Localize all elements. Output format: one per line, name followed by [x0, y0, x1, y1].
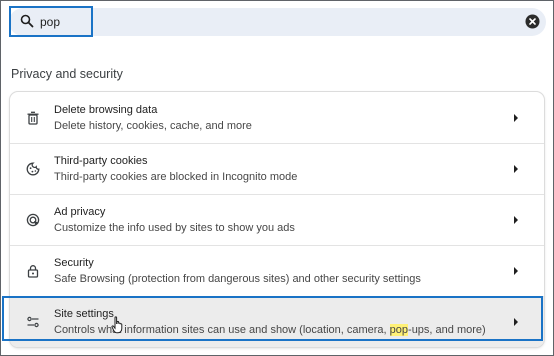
row-delete-browsing-data[interactable]: Delete browsing data Delete history, coo…: [10, 93, 544, 143]
search-icon: [20, 14, 34, 28]
row-subtitle: Controls what information sites can use …: [54, 324, 486, 336]
row-security[interactable]: Security Safe Browsing (protection from …: [10, 246, 544, 296]
row-title: Ad privacy: [54, 206, 106, 218]
subtitle-text: Controls what information sites can use …: [54, 324, 390, 336]
sliders-icon: [27, 316, 39, 328]
search-input[interactable]: [40, 13, 480, 31]
trash-icon: [27, 111, 39, 125]
row-ad-privacy[interactable]: Ad privacy Customize the info used by si…: [10, 195, 544, 245]
lock-icon: [27, 265, 39, 278]
chevron-right-icon: [514, 318, 518, 326]
close-icon[interactable]: [525, 14, 540, 29]
row-subtitle: Customize the info used by sites to show…: [54, 222, 295, 234]
section-title: Privacy and security: [11, 67, 123, 81]
subtitle-text: -ups, and more): [408, 324, 486, 336]
cookie-icon: [26, 162, 40, 176]
ad-privacy-icon: [26, 213, 40, 227]
row-title: Third-party cookies: [54, 155, 148, 167]
row-title: Delete browsing data: [54, 104, 158, 116]
row-subtitle: Delete history, cookies, cache, and more: [54, 120, 252, 132]
row-title: Site settings: [54, 308, 114, 320]
row-subtitle: Safe Browsing (protection from dangerous…: [54, 273, 421, 285]
search-match-highlight: pop: [389, 324, 409, 336]
row-third-party-cookies[interactable]: Third-party cookies Third-party cookies …: [10, 144, 544, 194]
row-site-settings[interactable]: Site settings Controls what information …: [10, 297, 544, 347]
row-subtitle: Third-party cookies are blocked in Incog…: [54, 171, 298, 183]
chevron-right-icon: [514, 165, 518, 173]
chevron-right-icon: [514, 267, 518, 275]
row-title: Security: [54, 257, 94, 269]
chevron-right-icon: [514, 114, 518, 122]
chevron-right-icon: [514, 216, 518, 224]
